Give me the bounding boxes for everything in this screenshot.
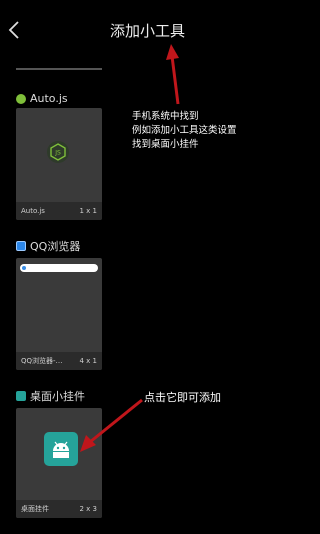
annotation-arrows: [80, 44, 180, 452]
arrow-to-widget: [80, 398, 143, 452]
arrow-to-title: [166, 44, 180, 105]
